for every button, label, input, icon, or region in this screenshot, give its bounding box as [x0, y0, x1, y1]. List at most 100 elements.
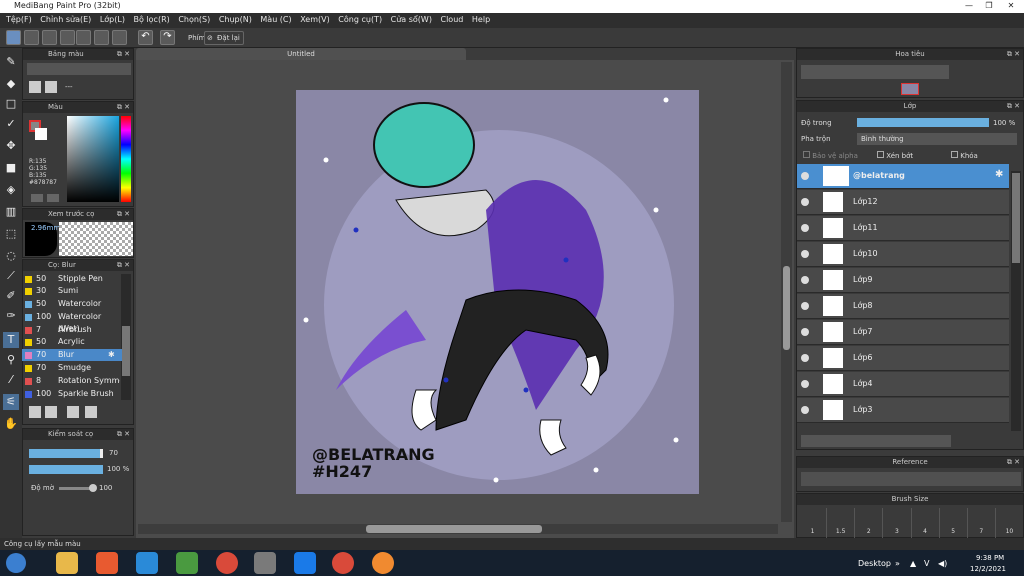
reset-button[interactable]: ⊘ Đặt lại: [204, 31, 244, 45]
brush-size-option[interactable]: 7: [968, 508, 996, 538]
layer-opacity-slider[interactable]: [857, 118, 989, 127]
brush-settings-icon[interactable]: [67, 406, 79, 418]
menu-select[interactable]: Chọn(S): [172, 13, 210, 24]
medibang-icon[interactable]: [372, 552, 394, 574]
layer-row[interactable]: Lớp9: [797, 268, 1009, 293]
language-icon[interactable]: V: [924, 559, 929, 568]
brush-size-slider[interactable]: [29, 449, 103, 458]
eyedropper-tool-icon[interactable]: ⁄: [3, 372, 19, 388]
hue-slider[interactable]: [121, 116, 131, 202]
brush-list-scrollbar[interactable]: [121, 274, 131, 400]
trash-icon[interactable]: [45, 81, 57, 93]
brush-item[interactable]: 100 Sparkle Brush: [22, 388, 122, 400]
internet-explorer-icon[interactable]: [136, 552, 158, 574]
volume-icon[interactable]: ◀): [938, 559, 947, 568]
menu-cloud[interactable]: Cloud: [435, 13, 464, 24]
paint-icon[interactable]: [254, 552, 276, 574]
magic-wand-tool-icon[interactable]: ⟋: [3, 268, 19, 284]
fill-tool-icon[interactable]: ◈: [3, 182, 19, 198]
layer-row[interactable]: Lớp10: [797, 242, 1009, 267]
duplicate-brush-icon[interactable]: [45, 406, 57, 418]
menu-file[interactable]: Tệp(F): [0, 13, 32, 24]
brush-size-option[interactable]: 4: [912, 508, 940, 538]
close-icon[interactable]: ⧉ ✕: [1007, 457, 1020, 468]
menu-layer[interactable]: Lớp(L): [94, 13, 125, 24]
close-icon[interactable]: ⧉ ✕: [117, 429, 130, 440]
layer-row-selected[interactable]: @belatrang ✱: [797, 164, 1009, 189]
color-mode-icon[interactable]: [31, 194, 43, 202]
chrome-icon[interactable]: [216, 552, 238, 574]
menu-color[interactable]: Màu (C): [254, 13, 291, 24]
layer-row[interactable]: Lớp6: [797, 346, 1009, 371]
text-tool-icon[interactable]: T: [3, 332, 19, 348]
panel-icon[interactable]: [76, 30, 91, 45]
grid-icon[interactable]: [94, 30, 109, 45]
canvas-horizontal-scrollbar[interactable]: [138, 524, 778, 534]
chrome-active-icon[interactable]: [332, 552, 354, 574]
brush-size-option[interactable]: 3: [883, 508, 912, 538]
brush-opacity-slider[interactable]: [29, 465, 103, 474]
close-button[interactable]: ✕: [1000, 0, 1022, 13]
eraser-tool-icon[interactable]: ◆: [3, 76, 19, 92]
shape-tool-icon[interactable]: ■: [3, 160, 19, 176]
palette-select[interactable]: [27, 63, 131, 75]
close-icon[interactable]: ⧉ ✕: [117, 209, 130, 220]
close-icon[interactable]: ⧉ ✕: [117, 260, 130, 271]
cloud-icon[interactable]: [6, 30, 21, 45]
brush-item-selected[interactable]: 70 Blur ✱: [22, 349, 122, 361]
eye-icon[interactable]: [801, 198, 809, 206]
menu-edit[interactable]: Chỉnh sửa(E): [34, 13, 91, 24]
brush-item[interactable]: 8Rotation Symmetry: [22, 375, 120, 387]
close-icon[interactable]: ⧉ ✕: [1007, 101, 1020, 112]
brush-item[interactable]: 70 Smudge: [22, 362, 122, 374]
protect-alpha-checkbox[interactable]: Bảo vệ alpha: [812, 152, 858, 160]
new-page-icon[interactable]: [29, 81, 41, 93]
comment-list-icon[interactable]: [42, 30, 57, 45]
brush-item[interactable]: 50 Stipple Pen: [22, 273, 122, 285]
close-icon[interactable]: ⧉ ✕: [117, 49, 130, 60]
brush-size-option[interactable]: 10: [996, 508, 1023, 538]
brush-size-option[interactable]: 5: [940, 508, 968, 538]
eye-icon[interactable]: [801, 354, 809, 362]
dot-tool-icon[interactable]: □: [3, 96, 19, 112]
eye-icon[interactable]: [801, 276, 809, 284]
brush-size-option[interactable]: 2: [855, 508, 884, 538]
clock-time[interactable]: 9:38 PM: [976, 554, 1004, 562]
reference-toolbar[interactable]: [801, 472, 1021, 486]
blur-slider[interactable]: [59, 484, 97, 492]
network-icon[interactable]: ▲: [910, 559, 916, 568]
layer-row[interactable]: Lớp8: [797, 294, 1009, 319]
layer-toolbar[interactable]: [801, 435, 951, 447]
start-button-icon[interactable]: [6, 553, 26, 573]
layer-scrollbar[interactable]: [1011, 171, 1021, 431]
eye-icon[interactable]: [801, 172, 809, 180]
brush-size-option[interactable]: 1: [799, 508, 828, 538]
hand-tool-icon[interactable]: ✋: [3, 416, 19, 432]
layer-row[interactable]: Lớp11: [797, 216, 1009, 241]
blend-select[interactable]: Bình thường: [857, 133, 1017, 145]
move-tool-icon[interactable]: ✥: [3, 138, 19, 154]
eye-icon[interactable]: [801, 380, 809, 388]
menu-help[interactable]: Help: [466, 13, 490, 24]
menu-window[interactable]: Cửa sổ(W): [385, 13, 432, 24]
brush-size-option[interactable]: 1.5: [827, 508, 856, 538]
menu-view[interactable]: Xem(V): [294, 13, 330, 24]
select-tool-icon[interactable]: ⬚: [3, 226, 19, 242]
document-tab[interactable]: Untitled: [136, 48, 466, 60]
navigator-toolbar[interactable]: [801, 65, 949, 79]
dropper-active-icon[interactable]: ⚟: [3, 394, 19, 410]
eye-icon[interactable]: [801, 406, 809, 414]
lasso-tool-icon[interactable]: ◌: [3, 248, 19, 264]
clip-checkbox[interactable]: Xén bớt: [886, 152, 913, 160]
layout-icon[interactable]: [112, 30, 127, 45]
media-player-icon[interactable]: [96, 552, 118, 574]
app-icon[interactable]: [176, 552, 198, 574]
layer-row[interactable]: Lớp3: [797, 398, 1009, 423]
file-explorer-icon[interactable]: [56, 552, 78, 574]
select-pen-tool-icon[interactable]: ✐: [3, 288, 19, 304]
eye-icon[interactable]: [801, 224, 809, 232]
undo-icon[interactable]: ↶: [138, 30, 153, 45]
close-icon[interactable]: ⧉ ✕: [1007, 49, 1020, 60]
operation-tool-icon[interactable]: ⚲: [3, 352, 19, 368]
canvas-vertical-scrollbar[interactable]: [781, 62, 792, 522]
